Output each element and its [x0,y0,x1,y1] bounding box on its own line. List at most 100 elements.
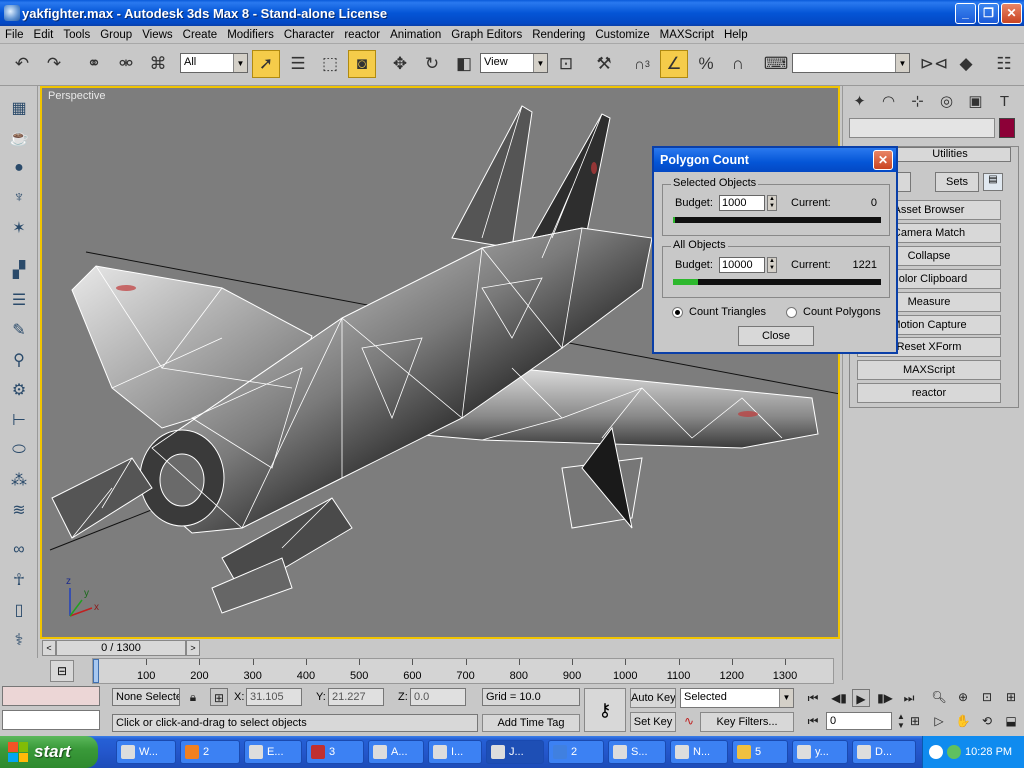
menu-file[interactable]: File [0,29,29,41]
mirror-icon[interactable]: ⊳⊲ [920,50,949,78]
percent-snap-icon[interactable]: % [692,50,720,78]
stack-icon[interactable]: ☰ [7,288,31,312]
arc-rotate-icon[interactable]: ⟲ [978,712,996,730]
reactor-button[interactable]: reactor [857,383,1001,403]
wrench-icon[interactable]: ⚲ [7,348,31,372]
add-time-tag-button[interactable]: Add Time Tag [482,714,580,732]
select-and-rotate-icon[interactable]: ↻ [418,50,446,78]
next-frame-icon[interactable]: ▮▶ [876,689,894,707]
wave-icon[interactable]: ≋ [7,498,31,522]
unlink-selection-icon[interactable]: ⚮ [112,50,140,78]
align-icon[interactable]: ◆ [952,50,980,78]
menu-character[interactable]: Character [279,29,340,41]
snap-toggle-icon[interactable]: ∩ 3 [628,50,656,78]
time-slider[interactable]: < 0 / 1300 > [40,640,840,657]
menu-tools[interactable]: Tools [58,29,95,41]
x-coordinate-field[interactable]: 31.105 [246,688,302,706]
key-mode-dropdown[interactable]: Selected ▼ [680,688,794,708]
hierarchy-tab-icon[interactable]: ⊹ [903,88,932,114]
biped-icon[interactable]: ☥ [7,568,31,592]
all-budget-spinner[interactable]: ▲ ▼ [767,257,777,273]
menu-customize[interactable]: Customize [590,29,654,41]
tray-expand-icon[interactable] [929,745,943,759]
select-and-scale-icon[interactable]: ◧ [450,50,478,78]
window-crossing-icon[interactable]: ◙ [348,50,376,78]
maxscript-listener-mini[interactable] [2,686,100,706]
auto-key-button[interactable]: Auto Key [630,688,676,708]
angle-snap-icon[interactable]: ∠ [660,50,688,78]
taskbar-item[interactable]: 5 [732,740,788,764]
door-icon[interactable]: ▯ [7,598,31,622]
taskbar-item[interactable]: D... [852,740,916,764]
dialog-close-text-button[interactable]: Close [738,326,814,346]
taskbar-item[interactable]: 2 [548,740,604,764]
current-frame-field[interactable]: 0 [826,712,892,730]
menu-edit[interactable]: Edit [29,29,59,41]
go-to-end-icon[interactable]: ⏭ [900,689,918,707]
key-mode-toggle-icon[interactable]: ⏮ [804,712,822,730]
time-configuration-icon[interactable]: ⊞ [906,712,924,730]
bend-icon[interactable]: ⊢ [7,408,31,432]
menu-reactor[interactable]: reactor [339,29,385,41]
play-icon[interactable]: ▶ [852,689,870,707]
pivot-center-icon[interactable]: ⊡ [552,50,580,78]
menu-rendering[interactable]: Rendering [527,29,590,41]
menu-graph-editors[interactable]: Graph Editors [446,29,527,41]
gear-icon[interactable]: ⚙ [7,378,31,402]
menu-create[interactable]: Create [178,29,223,41]
display-tab-icon[interactable]: ▣ [961,88,990,114]
menu-help[interactable]: Help [719,29,753,41]
network-icon[interactable] [947,745,961,759]
select-and-manipulate-icon[interactable]: ⚒ [590,50,618,78]
configure-sets-icon[interactable]: ▤ [983,173,1003,191]
taskbar-item[interactable]: 2 [180,740,240,764]
select-by-name-icon[interactable]: ☰ [284,50,312,78]
zoom-extents-all-icon[interactable]: ⊞ [1002,688,1020,706]
menu-modifiers[interactable]: Modifiers [222,29,279,41]
taskbar-item[interactable]: E... [244,740,302,764]
time-slider-thumb[interactable]: 0 / 1300 [56,640,186,656]
menu-group[interactable]: Group [95,29,137,41]
edit-named-selection-icon[interactable]: ⌨ [762,50,790,78]
taskbar-item-active[interactable]: J... [486,740,544,764]
modify-tab-icon[interactable]: ◠ [874,88,903,114]
object-color-swatch[interactable] [999,118,1015,138]
undo-icon[interactable]: ↶ [8,50,36,78]
count-triangles-radio[interactable]: Count Triangles [672,306,766,318]
maxscript-button[interactable]: MAXScript [857,360,1001,380]
all-budget-input[interactable]: 10000 [719,257,765,273]
light-icon[interactable]: ♆ [7,186,31,210]
z-coordinate-field[interactable]: 0.0 [410,688,466,706]
rectangular-selection-icon[interactable]: ⬚ [316,50,344,78]
teapot-icon[interactable]: ☕ [7,126,31,150]
go-to-start-icon[interactable]: ⏮ [804,689,822,707]
object-name-field[interactable] [849,118,995,138]
pen-icon[interactable]: ✎ [7,318,31,342]
select-object-icon[interactable]: ➚ [252,50,280,78]
plane-icon[interactable]: ⬭ [7,438,31,462]
field-of-view-icon[interactable]: ▷ [930,712,948,730]
close-button[interactable]: ✕ [1001,2,1022,24]
selected-budget-input[interactable]: 1000 [719,195,765,211]
select-and-move-icon[interactable]: ✥ [386,50,414,78]
taskbar-item[interactable]: 3 [306,740,364,764]
taskbar-item[interactable]: y... [792,740,848,764]
zoom-icon[interactable]: 🔍︎ [930,688,948,706]
absolute-mode-icon[interactable]: ⊞ [210,688,228,706]
taskbar-item[interactable]: I... [428,740,482,764]
sphere-icon[interactable]: ● [7,156,31,180]
link-icon[interactable]: ∞ [7,538,31,562]
pan-icon[interactable]: ✋ [954,712,972,730]
key-filters-button[interactable]: Key Filters... [700,712,794,732]
prev-frame-arrow-icon[interactable]: < [42,640,56,656]
zoom-extents-icon[interactable]: ⊡ [978,688,996,706]
bones-icon[interactable]: ✶ [7,216,31,240]
next-frame-arrow-icon[interactable]: > [186,640,200,656]
tangent-curve-icon[interactable]: ∿ [680,712,698,730]
utilities-rollout-title[interactable]: Utilities [889,147,1011,162]
mini-curve-editor-icon[interactable]: ⊟ [50,660,74,682]
taskbar-item[interactable]: S... [608,740,666,764]
maxscript-input-mini[interactable] [2,710,100,730]
menu-maxscript[interactable]: MAXScript [655,29,719,41]
zoom-all-icon[interactable]: ⊕ [954,688,972,706]
